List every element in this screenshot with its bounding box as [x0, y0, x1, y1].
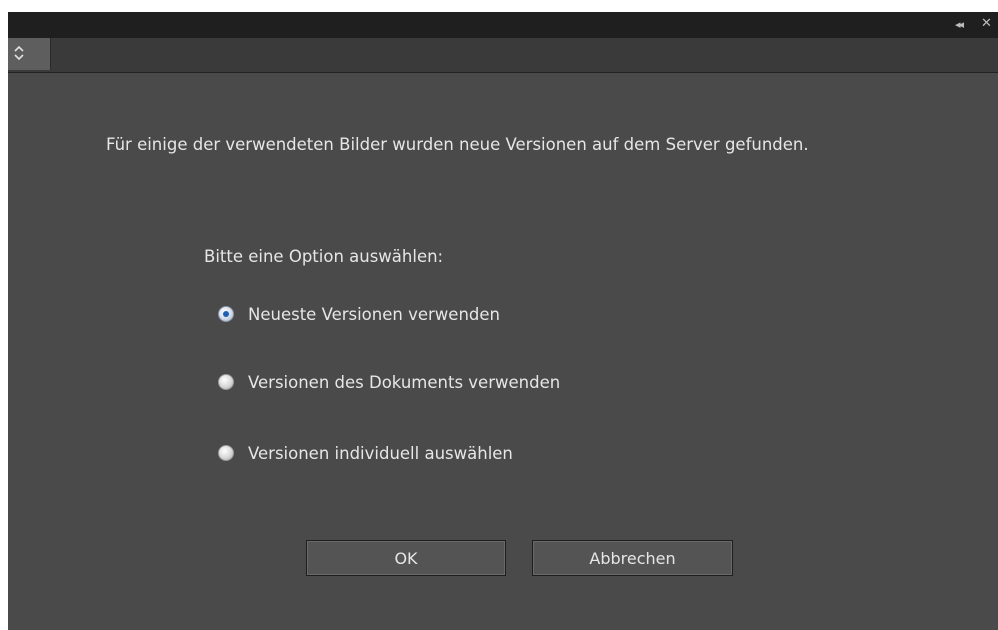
collapse-icon[interactable]: ◂◂	[955, 18, 964, 31]
radio-document-versions[interactable]	[218, 374, 234, 390]
chevron-up-down-icon	[14, 45, 24, 61]
info-message: Für einige der verwendeten Bilder wurden…	[106, 135, 809, 154]
title-bar: ◂◂ ✕	[8, 12, 998, 38]
tab-bar	[8, 38, 998, 73]
option-label: Versionen des Dokuments verwenden	[248, 372, 561, 392]
option-label: Neueste Versionen verwenden	[248, 304, 500, 324]
radio-individual-versions[interactable]	[218, 445, 234, 461]
cancel-button[interactable]: Abbrechen	[532, 540, 733, 576]
panel-menu-button[interactable]	[8, 38, 51, 70]
dialog-panel: ◂◂ ✕ Für einige der verwendeten Bilder w…	[8, 12, 998, 630]
radio-newest-versions[interactable]	[218, 306, 234, 322]
option-label: Versionen individuell auswählen	[248, 443, 513, 463]
close-icon[interactable]: ✕	[981, 16, 992, 31]
ok-button[interactable]: OK	[306, 540, 506, 576]
option-newest-versions[interactable]: Neueste Versionen verwenden	[218, 301, 500, 327]
option-individual-versions[interactable]: Versionen individuell auswählen	[218, 440, 513, 466]
option-document-versions[interactable]: Versionen des Dokuments verwenden	[218, 369, 560, 395]
option-prompt: Bitte eine Option auswählen:	[204, 247, 444, 266]
